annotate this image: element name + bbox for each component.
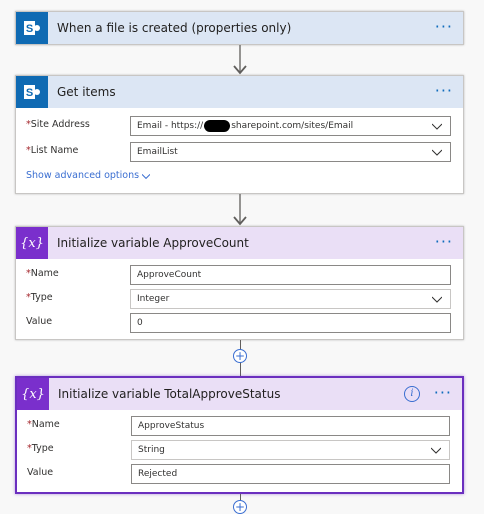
type-dropdown[interactable]: String [131,440,450,460]
type-label: *Type [27,443,54,454]
name-row: *Name ApproveStatus [27,416,450,436]
value-row: Value 0 [26,313,451,333]
variable-icon: {x} [17,378,49,410]
more-options-icon[interactable]: ··· [435,19,453,35]
list-name-row: *List Name EmailList [26,142,451,162]
type-row: *Type String [27,440,450,460]
info-icon[interactable]: i [404,386,420,402]
list-name-label: *List Name [26,145,79,156]
insert-step-button[interactable]: + [233,349,247,363]
svg-text:S: S [26,23,33,35]
trigger-title: When a file is created (properties only) [57,21,292,35]
insert-step-button[interactable]: + [233,500,247,514]
type-row: *Type Integer [26,289,451,309]
chevron-down-icon[interactable] [431,445,441,455]
chevron-down-icon[interactable] [432,121,442,131]
chevron-down-icon [141,173,151,179]
value-row: Value Rejected [27,464,450,484]
show-advanced-options-link[interactable]: Show advanced options [26,170,151,181]
name-row: *Name ApproveCount [26,265,451,285]
get-items-card[interactable]: S Get items ··· *Site Address Email - ht… [15,75,464,194]
more-options-icon[interactable]: ··· [435,234,453,250]
more-options-icon[interactable]: ··· [435,83,453,99]
trigger-card[interactable]: S When a file is created (properties onl… [15,11,464,45]
init-totalapprovestatus-header[interactable]: {x} Initialize variable TotalApproveStat… [17,378,462,410]
init-approvecount-card[interactable]: {x} Initialize variable ApproveCount ···… [15,226,464,340]
svg-text:S: S [26,87,33,99]
chevron-down-icon[interactable] [432,294,442,304]
name-input[interactable]: ApproveStatus [131,416,450,436]
connector-arrow-2 [233,194,247,226]
site-address-label: *Site Address [26,119,90,130]
connector-arrow-1 [233,45,247,75]
variable-icon: {x} [16,227,48,259]
init-totalapprovestatus-card[interactable]: {x} Initialize variable TotalApproveStat… [15,376,464,494]
redacted-mark [204,119,231,132]
more-options-icon[interactable]: ··· [434,385,452,401]
init-approvecount-header[interactable]: {x} Initialize variable ApproveCount ··· [16,227,463,259]
type-label: *Type [26,292,53,303]
sharepoint-icon: S [16,12,48,44]
name-label: *Name [27,419,60,430]
name-input[interactable]: ApproveCount [130,265,451,285]
get-items-title: Get items [57,85,116,99]
value-label: Value [26,316,53,327]
value-input[interactable]: Rejected [131,464,450,484]
site-address-row: *Site Address Email - https://sharepoint… [26,116,451,136]
value-input[interactable]: 0 [130,313,451,333]
type-dropdown[interactable]: Integer [130,289,451,309]
trigger-header[interactable]: S When a file is created (properties onl… [16,12,463,44]
get-items-header[interactable]: S Get items ··· [16,76,463,108]
site-address-dropdown[interactable]: Email - https://sharepoint.com/sites/Ema… [130,116,451,136]
init-approvecount-title: Initialize variable ApproveCount [57,236,249,250]
name-label: *Name [26,268,59,279]
chevron-down-icon[interactable] [432,147,442,157]
value-label: Value [27,467,54,478]
init-totalapprovestatus-title: Initialize variable TotalApproveStatus [58,387,281,401]
sharepoint-icon: S [16,76,48,108]
list-name-dropdown[interactable]: EmailList [130,142,451,162]
